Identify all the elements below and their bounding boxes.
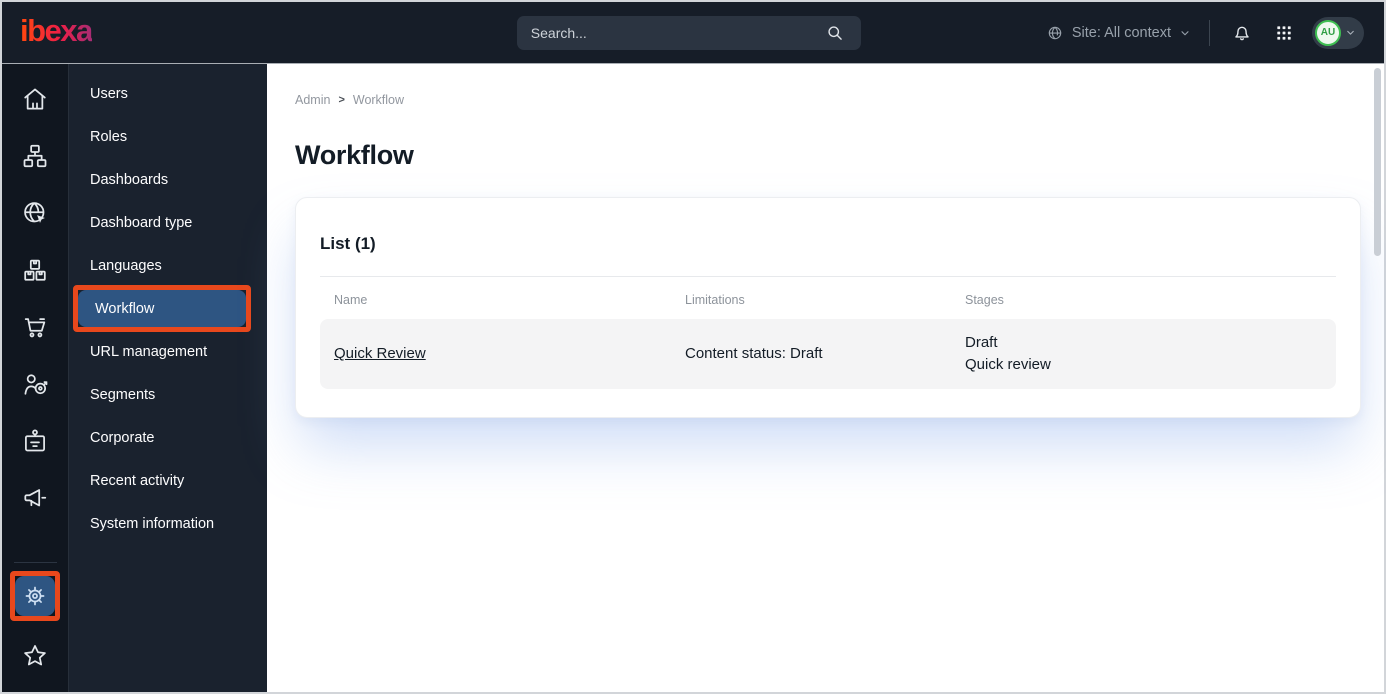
stage-item: Quick review bbox=[965, 356, 1051, 373]
list-count-title: List (1) bbox=[320, 234, 376, 253]
sidebar-item-system-information[interactable]: System information bbox=[69, 502, 267, 545]
table-row[interactable]: Quick Review Content status: Draft Draft… bbox=[320, 319, 1336, 389]
workflow-list-card: List (1) Name Limitations Stages Quick R… bbox=[295, 197, 1361, 418]
customers-target-icon[interactable] bbox=[7, 355, 64, 412]
app-grid-icon[interactable] bbox=[1270, 19, 1298, 47]
marketing-megaphone-icon[interactable] bbox=[7, 469, 64, 526]
breadcrumb-admin[interactable]: Admin bbox=[295, 93, 330, 107]
site-context-label: Site: All context bbox=[1071, 24, 1171, 41]
topbar-divider bbox=[1209, 19, 1210, 46]
settings-gear-icon[interactable] bbox=[15, 576, 55, 616]
site-globe-icon[interactable] bbox=[7, 184, 64, 241]
sidebar-item-url-management[interactable]: URL management bbox=[69, 330, 267, 373]
sidebar-item-users[interactable]: Users bbox=[69, 72, 267, 115]
sidebar-item-roles[interactable]: Roles bbox=[69, 115, 267, 158]
annotation-highlight-settings bbox=[10, 571, 60, 621]
product-catalog-icon[interactable] bbox=[7, 241, 64, 298]
sidebar-item-dashboard-type[interactable]: Dashboard type bbox=[69, 201, 267, 244]
column-header-stages: Stages bbox=[965, 293, 1004, 307]
rail-divider bbox=[13, 562, 57, 563]
row-stages: Draft Quick review bbox=[951, 332, 1336, 376]
content-tree-icon[interactable] bbox=[7, 127, 64, 184]
sidebar-item-languages[interactable]: Languages bbox=[69, 244, 267, 287]
global-search[interactable] bbox=[516, 15, 861, 50]
annotation-highlight-workflow: Workflow bbox=[73, 285, 251, 332]
breadcrumb-separator-icon: > bbox=[338, 94, 345, 106]
main-content: Admin > Workflow Workflow List (1) Name … bbox=[267, 64, 1384, 692]
vertical-scrollbar[interactable] bbox=[1374, 68, 1381, 256]
workflow-name-link[interactable]: Quick Review bbox=[334, 345, 426, 362]
main-nav-rail bbox=[2, 64, 69, 692]
stage-item: Draft bbox=[965, 334, 998, 351]
avatar[interactable]: AU bbox=[1315, 19, 1341, 46]
page-title: Workflow bbox=[295, 140, 414, 170]
chevron-down-icon bbox=[1179, 27, 1191, 39]
notifications-bell-icon[interactable] bbox=[1228, 19, 1256, 47]
sidebar-item-workflow[interactable]: Workflow bbox=[78, 290, 246, 327]
globe-icon bbox=[1046, 24, 1064, 42]
ibexa-logo[interactable]: ibexa bbox=[20, 15, 93, 50]
corporate-badge-icon[interactable] bbox=[7, 412, 64, 469]
column-header-limitations: Limitations bbox=[685, 293, 745, 307]
sidebar-item-dashboards[interactable]: Dashboards bbox=[69, 158, 267, 201]
sidebar-item-segments[interactable]: Segments bbox=[69, 373, 267, 416]
site-context-selector[interactable]: Site: All context bbox=[1046, 24, 1191, 42]
commerce-cart-icon[interactable] bbox=[7, 298, 64, 355]
topbar: ibexa Site: All context bbox=[2, 2, 1384, 64]
favorites-star-icon[interactable] bbox=[7, 627, 64, 684]
sidebar-item-corporate[interactable]: Corporate bbox=[69, 416, 267, 459]
search-input[interactable] bbox=[530, 24, 821, 41]
chevron-down-icon bbox=[1345, 27, 1356, 38]
column-header-name: Name bbox=[334, 293, 368, 307]
table-header-row: Name Limitations Stages bbox=[320, 277, 1336, 319]
home-icon[interactable] bbox=[7, 70, 64, 127]
user-menu[interactable]: AU bbox=[1312, 16, 1364, 49]
sidebar-item-recent-activity[interactable]: Recent activity bbox=[69, 459, 267, 502]
admin-sidebar: Users Roles Dashboards Dashboard type La… bbox=[69, 64, 267, 692]
breadcrumb-current: Workflow bbox=[352, 93, 405, 107]
row-limitations: Content status: Draft bbox=[685, 345, 823, 362]
search-icon[interactable] bbox=[821, 19, 849, 47]
breadcrumb: Admin > Workflow bbox=[295, 93, 1384, 107]
